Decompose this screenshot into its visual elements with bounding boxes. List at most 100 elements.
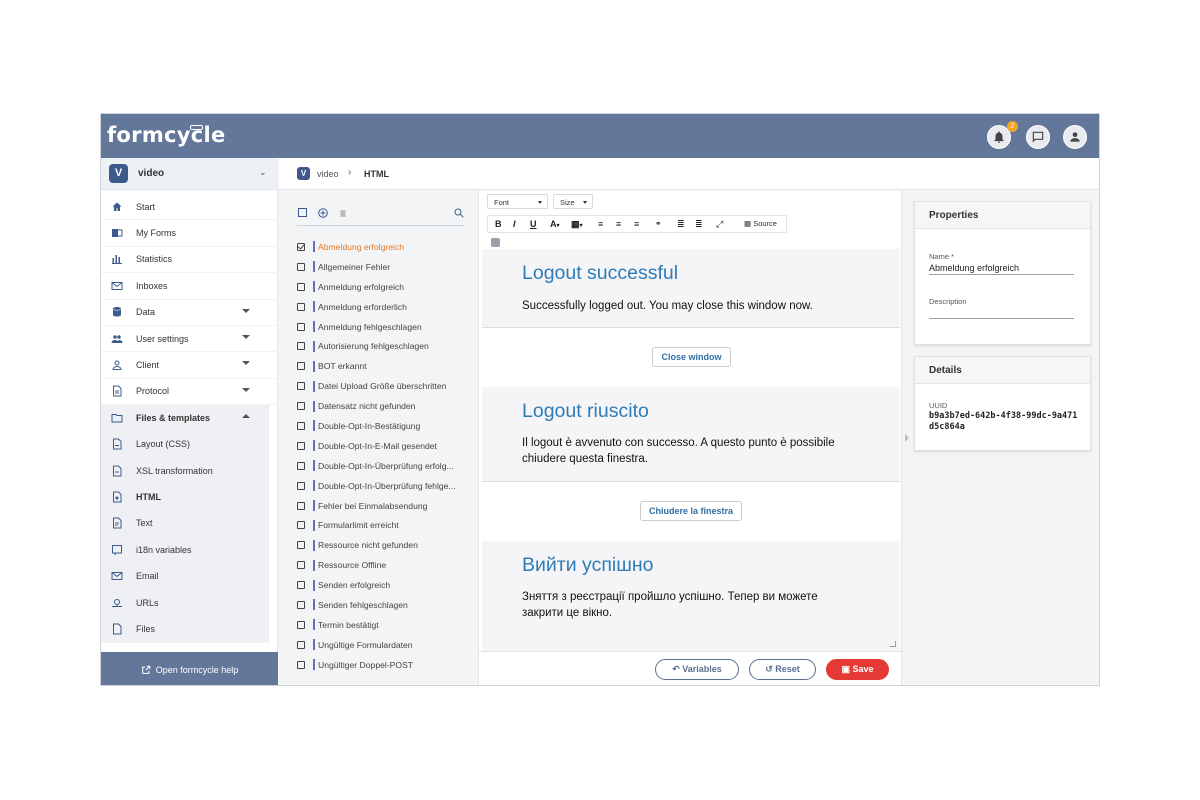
align-center-icon[interactable]: ≡ [616, 219, 621, 229]
template-list-item[interactable]: Abmeldung erfolgreich [297, 237, 477, 257]
sidebar-item-protocol[interactable]: Protocol [101, 379, 278, 406]
template-checkbox[interactable] [297, 282, 305, 291]
template-checkbox[interactable] [297, 620, 305, 629]
template-list-item[interactable]: Allgemeiner Fehler [297, 257, 477, 277]
sidebar-item-urls[interactable]: URLs [101, 589, 269, 617]
template-list-item[interactable]: Autorisierung fehlgeschlagen [297, 336, 477, 356]
breadcrumb-workspace[interactable]: video [317, 169, 339, 179]
app-logo[interactable]: formcycle [107, 123, 226, 147]
align-left-icon[interactable]: ≡ [598, 219, 603, 229]
template-checkbox[interactable] [297, 600, 305, 609]
template-list-item[interactable]: Ressource Offline [297, 555, 477, 575]
template-checkbox[interactable] [297, 382, 305, 391]
template-checkbox[interactable] [297, 481, 305, 490]
template-checkbox[interactable] [297, 660, 305, 669]
resize-handle[interactable] [890, 641, 896, 647]
properties-title: Properties [915, 202, 1090, 229]
template-list-item[interactable]: Fehler bei Einmalabsendung [297, 496, 477, 516]
template-marker [313, 460, 315, 472]
sidebar-item-user-settings[interactable]: User settings [101, 326, 278, 353]
template-list-item[interactable]: Anmeldung fehlgeschlagen [297, 317, 477, 337]
template-list-item[interactable]: Anmeldung erforderlich [297, 297, 477, 317]
template-checkbox[interactable] [297, 262, 305, 271]
delete-icon[interactable] [338, 208, 348, 218]
open-help-link[interactable]: Open formcycle help [101, 652, 278, 685]
sidebar-item-html[interactable]: HTML [101, 484, 269, 511]
template-list-item[interactable]: Double-Opt-In-Überprüfung fehlge... [297, 476, 477, 496]
sidebar-item-inboxes[interactable]: Inboxes [101, 273, 278, 300]
template-checkbox[interactable] [297, 362, 305, 371]
template-list-item[interactable]: Double-Opt-In-E-Mail gesendet [297, 436, 477, 456]
bg-color-icon[interactable]: ▦▾ [571, 219, 583, 230]
template-checkbox[interactable] [297, 342, 305, 351]
sidebar-item-start[interactable]: Start [101, 194, 278, 221]
text-color-icon[interactable]: A▾ [550, 219, 560, 229]
collapse-panel-icon[interactable] [905, 434, 909, 442]
template-checkbox[interactable] [297, 421, 305, 430]
template-checkbox[interactable] [297, 441, 305, 450]
select-all-icon[interactable] [298, 208, 308, 218]
sidebar-item-client[interactable]: Client [101, 352, 278, 379]
template-list-item[interactable]: BOT erkannt [297, 356, 477, 376]
editor-content[interactable]: Logout successful Successfully logged ou… [482, 249, 900, 651]
template-list-item[interactable]: Senden fehlgeschlagen [297, 595, 477, 615]
sidebar-item-files[interactable]: Files [101, 616, 269, 643]
bold-icon[interactable]: B [495, 219, 502, 229]
template-list-item[interactable]: Anmeldung erfolgreich [297, 277, 477, 297]
template-checkbox[interactable] [297, 561, 305, 570]
add-icon[interactable] [318, 208, 328, 218]
sidebar-item-files-templates[interactable]: Files & templates [101, 405, 269, 432]
align-right-icon[interactable]: ≡ [634, 219, 639, 229]
template-checkbox[interactable] [297, 521, 305, 530]
template-checkbox[interactable] [297, 302, 305, 311]
template-list-item[interactable]: Ungültige Formulardaten [297, 635, 477, 655]
template-checkbox[interactable] [297, 322, 305, 331]
template-list: Abmeldung erfolgreich Allgemeiner Fehler A… [297, 237, 477, 675]
sidebar-item-text[interactable]: Text [101, 510, 269, 538]
user-menu-button[interactable] [1063, 125, 1087, 149]
maximize-icon[interactable]: ⤢ [716, 219, 723, 230]
size-select[interactable]: Size [553, 194, 593, 209]
template-list-item[interactable]: Ungültiger Doppel-POST [297, 655, 477, 675]
source-button[interactable]: ▦ Source [744, 219, 777, 228]
search-icon[interactable] [454, 208, 464, 218]
template-list-item[interactable]: Senden erfolgreich [297, 575, 477, 595]
template-list-item[interactable]: Termin bestätigt [297, 615, 477, 635]
workspace-selector[interactable]: V video ⌄ [101, 158, 278, 190]
underline-icon[interactable]: U [530, 219, 537, 229]
sidebar-item-data[interactable]: Data [101, 300, 278, 326]
font-select[interactable]: Font [487, 194, 548, 209]
link-icon[interactable]: ⚭ [655, 219, 662, 228]
sidebar-item-layout-css[interactable]: Layout (CSS) [101, 431, 269, 458]
sidebar-item-statistics[interactable]: Statistics [101, 247, 278, 274]
chat-button[interactable] [1026, 125, 1050, 149]
template-checkbox[interactable] [297, 640, 305, 649]
sidebar-item-my-forms[interactable]: My Forms [101, 220, 278, 247]
block-icon[interactable] [491, 238, 500, 247]
variables-button[interactable]: ↶ Variables [655, 659, 739, 680]
template-checkbox[interactable] [297, 461, 305, 470]
sidebar-item-xsl[interactable]: XSL transformation [101, 457, 269, 485]
template-list-item[interactable]: Double-Opt-In-Überprüfung erfolg... [297, 456, 477, 476]
breadcrumb: V video › HTML [279, 158, 1099, 190]
ordered-list-icon[interactable]: ≣ [677, 219, 685, 230]
bullet-list-icon[interactable]: ≣ [695, 219, 703, 230]
template-checkbox[interactable] [297, 402, 305, 411]
save-button[interactable]: ▣ Save [826, 659, 889, 680]
template-list-item[interactable]: Formularlimit erreicht [297, 515, 477, 535]
template-list-item[interactable]: Datei Upload Größe überschritten [297, 376, 477, 396]
sidebar-item-email[interactable]: Email [101, 563, 269, 590]
reset-button[interactable]: ↺ Reset [749, 659, 816, 680]
close-window-button[interactable]: Close window [652, 347, 731, 367]
template-checkbox[interactable] [297, 541, 305, 550]
template-checkbox[interactable] [297, 242, 305, 251]
close-window-it-button[interactable]: Chiudere la finestra [640, 501, 742, 521]
template-checkbox[interactable] [297, 581, 305, 590]
template-checkbox[interactable] [297, 501, 305, 510]
template-list-item[interactable]: Ressource nicht gefunden [297, 535, 477, 555]
italic-icon[interactable]: I [513, 219, 516, 229]
name-field[interactable]: Abmeldung erfolgreich [929, 263, 1019, 273]
template-list-item[interactable]: Double-Opt-In-Bestätigung [297, 416, 477, 436]
template-list-item[interactable]: Datensatz nicht gefunden [297, 396, 477, 416]
sidebar-item-i18n[interactable]: i18n variables [101, 537, 269, 564]
